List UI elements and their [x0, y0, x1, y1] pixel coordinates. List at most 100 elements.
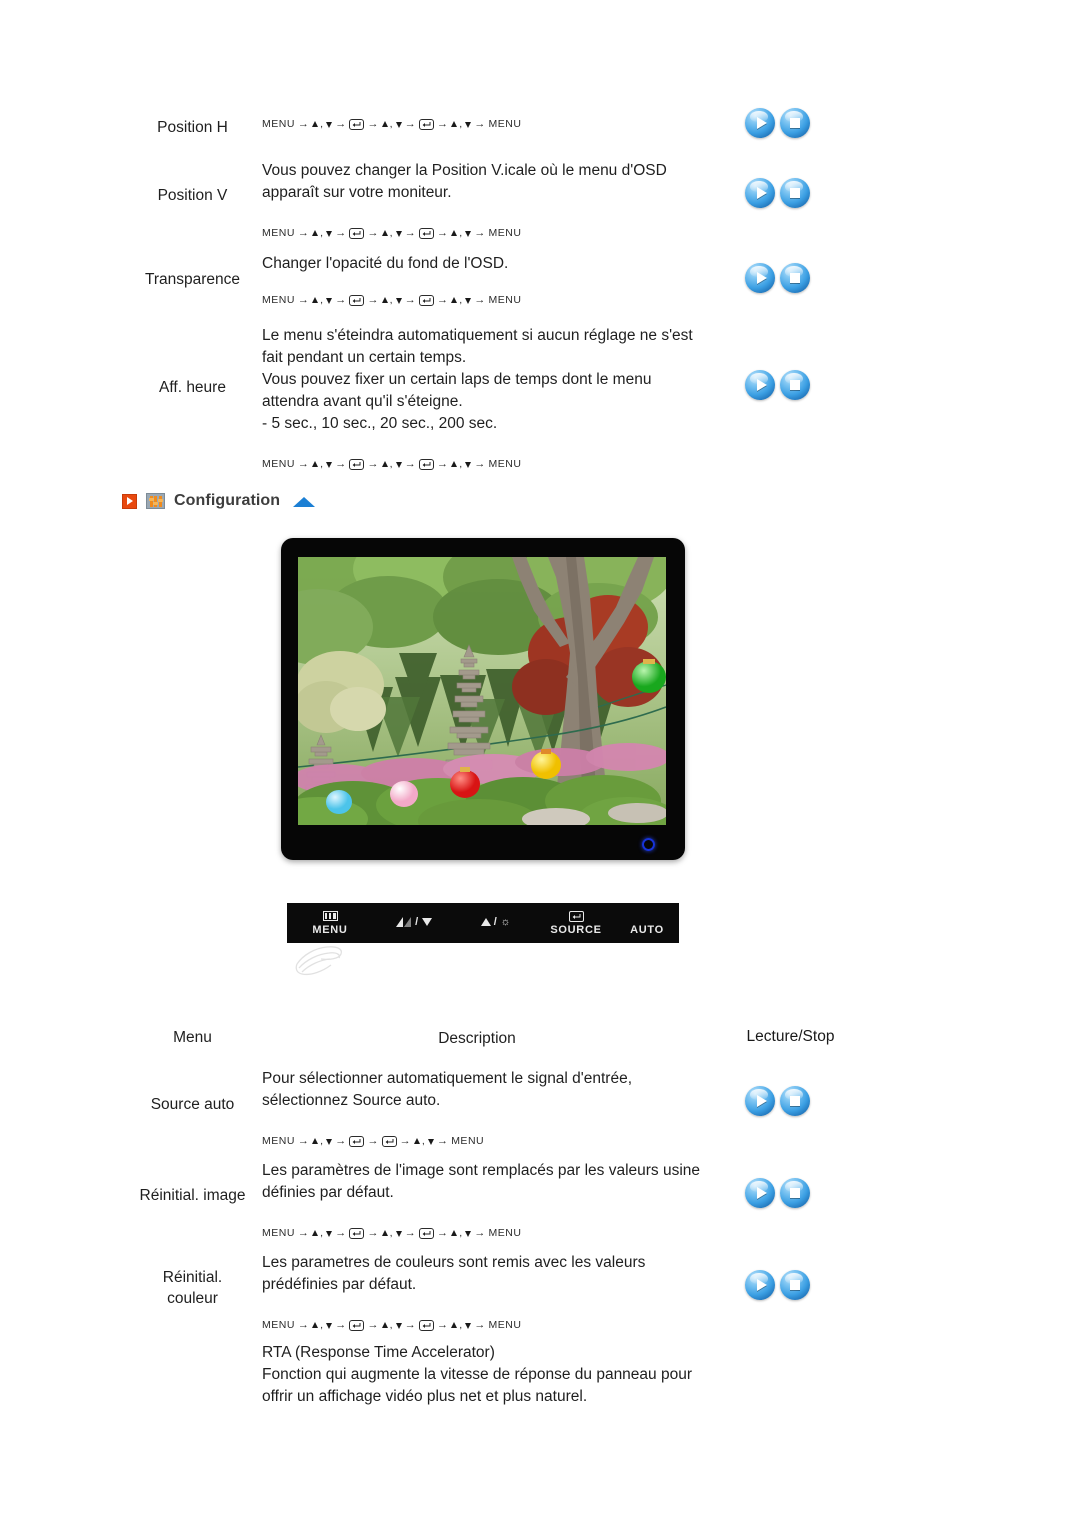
- play-button[interactable]: [745, 263, 775, 293]
- menu-icon: [287, 911, 373, 922]
- nav-menu-end: MENU: [488, 1319, 522, 1332]
- arrow-icon: →: [335, 118, 347, 130]
- contrast-down-icon: /: [373, 916, 455, 928]
- triangle-up-icon: [312, 461, 319, 468]
- arrow-icon: →: [297, 1227, 310, 1239]
- nav-menu-end: MENU: [488, 227, 522, 240]
- nav-menu-start: MENU: [262, 227, 295, 240]
- description-line: offrir un affichage vidéo plus net et pl…: [262, 1388, 588, 1405]
- triangle-up-icon: [381, 230, 388, 237]
- nav-menu-start: MENU: [262, 1319, 295, 1332]
- description-line: sélectionnez Source auto.: [262, 1092, 441, 1109]
- triangle-up-icon: [312, 297, 319, 304]
- nav-menu-start: MENU: [262, 1227, 295, 1240]
- section-header-configuration: Configuration: [122, 492, 316, 510]
- button-source[interactable]: SOURCE: [537, 910, 615, 936]
- enter-key-icon: [349, 1136, 365, 1148]
- triangle-down-icon: [326, 298, 333, 305]
- stop-button[interactable]: [780, 370, 810, 400]
- nav-sequence: MENU → , → → , → → , → MENU: [262, 457, 692, 473]
- button-contrast-down[interactable]: /: [373, 916, 455, 930]
- monitor-illustration: [281, 538, 685, 860]
- triangle-down-icon: [427, 1139, 434, 1146]
- play-button[interactable]: [745, 1178, 775, 1208]
- nav-menu-start: MENU: [262, 1135, 295, 1148]
- nav-menu-end: MENU: [488, 118, 522, 131]
- triangle-up-icon: [413, 1138, 420, 1145]
- column-header-playstop: Lecture/Stop: [746, 1028, 835, 1045]
- arrow-icon: →: [335, 1135, 347, 1147]
- enter-key-icon: [418, 1320, 434, 1332]
- play-stop-controls: [745, 1086, 835, 1116]
- stop-icon: [780, 263, 810, 293]
- arrow-icon: →: [367, 227, 379, 239]
- description-line: Fonction qui augmente la vitesse de répo…: [262, 1366, 692, 1383]
- button-menu[interactable]: MENU: [287, 911, 373, 936]
- enter-key-icon: [418, 459, 434, 471]
- play-button[interactable]: [745, 178, 775, 208]
- button-label: MENU: [312, 923, 348, 936]
- nav-sequence: MENU → , → → , → → , → MENU: [262, 1318, 692, 1334]
- stop-button[interactable]: [780, 263, 810, 293]
- triangle-down-icon: [465, 1231, 472, 1238]
- stop-button[interactable]: [780, 1270, 810, 1300]
- arrow-icon: →: [297, 1135, 310, 1147]
- play-icon: [745, 1178, 775, 1208]
- stop-button[interactable]: [780, 1178, 810, 1208]
- triangle-down-icon: [395, 1231, 402, 1238]
- nav-menu-end: MENU: [488, 294, 522, 307]
- stop-button[interactable]: [780, 1086, 810, 1116]
- arrow-icon: →: [404, 1227, 416, 1239]
- triangle-down-icon: [395, 298, 402, 305]
- nav-sequence: MENU → , → → , → → , → MENU: [262, 117, 692, 133]
- triangle-down-icon: [326, 1231, 333, 1238]
- triangle-up-icon: [381, 121, 388, 128]
- description-cell: Les paramètres de l'image sont remplacés…: [262, 1160, 701, 1242]
- play-stop-controls: [745, 370, 835, 400]
- description-line: Vous pouvez changer la Position V.icale …: [262, 162, 667, 179]
- triangle-down-icon: [326, 1139, 333, 1146]
- arrow-icon: →: [436, 227, 449, 239]
- stop-button[interactable]: [780, 178, 810, 208]
- arrow-icon: →: [436, 1135, 449, 1147]
- play-button[interactable]: [745, 108, 775, 138]
- triangle-up-icon: [451, 230, 458, 237]
- arrow-icon: →: [297, 294, 310, 306]
- play-button[interactable]: [745, 370, 775, 400]
- play-square-icon[interactable]: [122, 493, 137, 509]
- arrow-icon: →: [297, 458, 310, 470]
- arrow-icon: →: [436, 458, 449, 470]
- menu-label: Transparence: [144, 271, 241, 288]
- arrow-icon: →: [367, 1135, 379, 1147]
- nav-sequence: MENU → , → → → , → MENU: [262, 1134, 692, 1150]
- stop-button[interactable]: [780, 108, 810, 138]
- arrow-icon: →: [404, 118, 416, 130]
- arrow-icon: →: [436, 294, 449, 306]
- triangle-up-icon[interactable]: [293, 497, 316, 507]
- description-cell: Changer l'opacité du fond de l'OSD. MENU…: [262, 253, 692, 309]
- arrow-icon: →: [297, 118, 310, 130]
- triangle-up-icon: [312, 1230, 319, 1237]
- arrow-icon: →: [474, 458, 486, 470]
- menu-label: Position V: [157, 187, 228, 204]
- play-stop-controls: [745, 263, 835, 293]
- triangle-up-icon: [381, 461, 388, 468]
- play-button[interactable]: [745, 1086, 775, 1116]
- arrow-icon: →: [367, 294, 379, 306]
- button-auto[interactable]: AUTO: [615, 911, 679, 936]
- enter-key-icon: [418, 228, 434, 240]
- arrow-icon: →: [335, 294, 347, 306]
- description-line: - 5 sec., 10 sec., 20 sec., 200 sec.: [262, 415, 498, 432]
- stop-icon: [780, 108, 810, 138]
- description-line: Les parametres de couleurs sont remis av…: [262, 1254, 646, 1271]
- description-line: Les paramètres de l'image sont remplacés…: [262, 1162, 701, 1179]
- enter-icon: [537, 910, 615, 922]
- description-line: apparaît sur votre moniteur.: [262, 184, 452, 201]
- play-button[interactable]: [745, 1270, 775, 1300]
- triangle-down-icon: [326, 231, 333, 238]
- button-up-brightness[interactable]: / ☼: [455, 916, 537, 930]
- description-line: RTA (Response Time Accelerator): [262, 1344, 495, 1361]
- hand-pointer-graphic: [293, 938, 355, 978]
- play-stop-controls: [745, 178, 835, 208]
- nav-sequence: MENU → , → → , → → , → MENU: [262, 1226, 692, 1242]
